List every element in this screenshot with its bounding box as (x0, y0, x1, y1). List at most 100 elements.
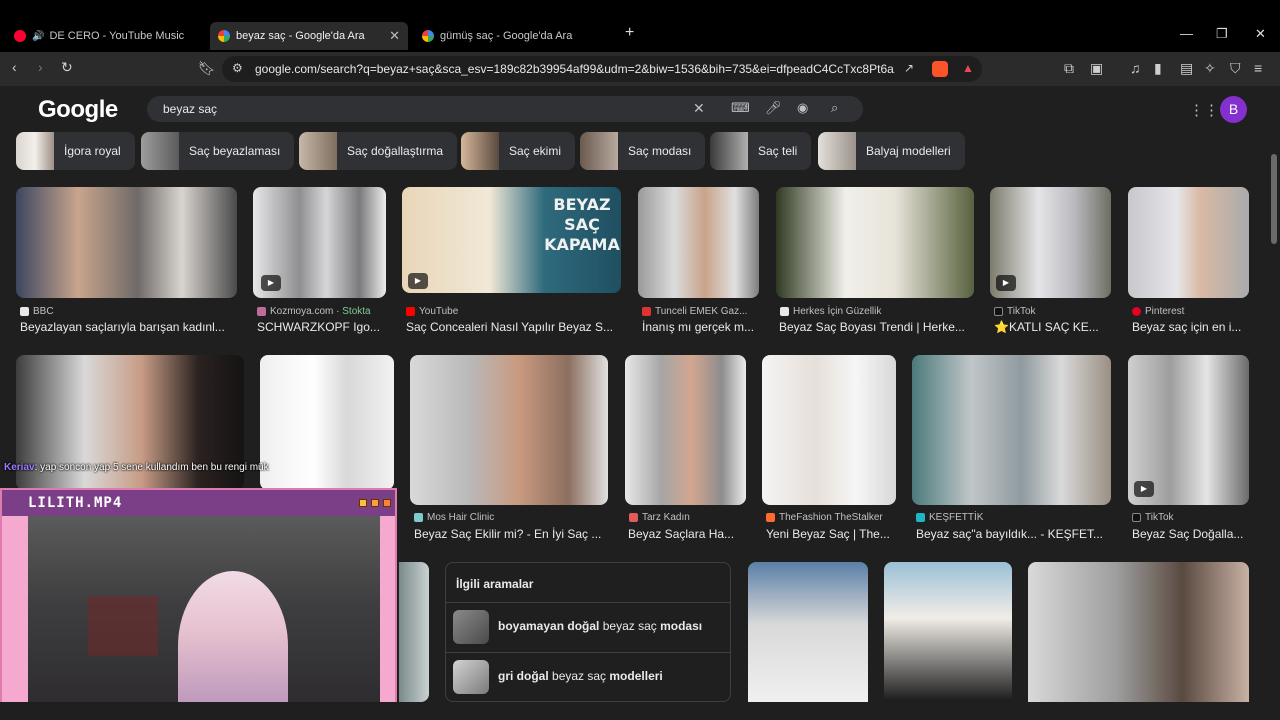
lens-icon[interactable]: ◉ (797, 100, 808, 116)
result-source[interactable]: YouTube (406, 306, 458, 317)
result-source[interactable]: Tarz Kadın (629, 512, 690, 523)
wallet-icon[interactable]: ▤ (1180, 60, 1193, 77)
result-image[interactable] (399, 562, 429, 702)
chip-balyaj-modelleri[interactable]: Balyaj modelleri (818, 132, 965, 170)
search-box[interactable]: beyaz saç ✕ ⌨ 🎤︎ ◉ ⌕ (147, 96, 863, 122)
result-title[interactable]: Beyaz Saç Doğalla... (1132, 527, 1248, 541)
result-image[interactable] (776, 187, 974, 298)
related-search-item[interactable]: boyamayan doğal beyaz saç modası (446, 602, 730, 650)
result-title[interactable]: Beyaz saç için en i... (1132, 320, 1248, 334)
related-search-item[interactable]: gri doğal beyaz saç modelleri (446, 652, 730, 700)
chip-label: İgora royal (64, 144, 121, 158)
result-source[interactable]: KEŞFETTİK (916, 512, 983, 523)
forward-icon[interactable]: › (38, 59, 43, 75)
restore-button[interactable]: ❐ (1216, 26, 1228, 42)
kozmoya-icon (257, 307, 266, 316)
result-image[interactable] (912, 355, 1111, 505)
chip-sac-dogallastirma[interactable]: Saç doğallaştırma (299, 132, 458, 170)
media-icon[interactable]: ♫ (1130, 60, 1141, 76)
result-image[interactable] (16, 187, 237, 298)
chip-sac-modasi[interactable]: Saç modası (580, 132, 706, 170)
result-image[interactable] (748, 562, 868, 702)
result-image[interactable] (762, 355, 896, 505)
minimize-button[interactable]: — (1180, 26, 1193, 41)
result-image[interactable] (625, 355, 746, 505)
tab-beyaz-sac[interactable]: beyaz saç - Google'da Ara ✕ (210, 22, 408, 50)
page-scrollbar[interactable] (1268, 132, 1280, 702)
close-window-button[interactable]: ✕ (1255, 26, 1266, 42)
keyboard-icon[interactable]: ⌨ (731, 100, 750, 116)
search-input[interactable]: beyaz saç (163, 102, 217, 116)
url-text[interactable]: google.com/search?q=beyaz+saç&sca_esv=18… (255, 62, 895, 76)
reload-icon[interactable]: ↻ (61, 59, 73, 76)
address-bar[interactable]: ⚙ google.com/search?q=beyaz+saç&sca_esv=… (222, 56, 982, 82)
result-source[interactable]: TikTok (1132, 512, 1174, 523)
result-title[interactable]: İnanış mı gerçek m... (642, 320, 760, 334)
speaker-icon[interactable]: 🔊 (32, 31, 44, 42)
tab-gumus-sac[interactable]: gümüş saç - Google'da Ara (414, 24, 614, 48)
brave-rewards-icon[interactable]: ▲ (962, 61, 974, 75)
result-source[interactable]: Herkes İçin Güzellik (780, 306, 881, 317)
result-title[interactable]: Beyaz Saç Ekilir mi? - En İyi Saç ... (414, 527, 608, 541)
result-source[interactable]: Mos Hair Clinic (414, 512, 494, 523)
result-source[interactable]: BBC (20, 306, 54, 317)
result-image[interactable] (410, 355, 608, 505)
search-icon[interactable]: ⌕ (831, 100, 838, 116)
result-title[interactable]: Saç Concealeri Nasıl Yapılır Beyaz S... (406, 320, 620, 334)
site-settings-icon[interactable]: ⚙ (232, 61, 243, 75)
result-image[interactable]: ▶ (990, 187, 1111, 298)
result-title[interactable]: ⭐KATLI SAÇ KE... (994, 320, 1112, 334)
chip-sac-beyazlamasi[interactable]: Saç beyazlaması (141, 132, 295, 170)
result-image[interactable] (1128, 187, 1249, 298)
microphone-icon[interactable]: 🎤︎ (765, 100, 782, 116)
result-source[interactable]: TikTok (994, 306, 1036, 317)
chip-sac-ekimi[interactable]: Saç ekimi (461, 132, 576, 170)
scroll-thumb[interactable] (1271, 154, 1277, 244)
chip-sac-teli[interactable]: Saç teli (710, 132, 812, 170)
vpn-icon[interactable]: ⛉ (1230, 60, 1241, 77)
extensions-icon[interactable]: ⧉ (1064, 60, 1074, 77)
result-title[interactable]: Yeni Beyaz Saç | The... (766, 527, 896, 541)
result-source[interactable]: TheFashion TheStalker (766, 512, 883, 523)
result-source[interactable]: Kozmoya.com · Stokta (257, 306, 371, 317)
chip-label: Balyaj modelleri (866, 144, 951, 158)
share-icon[interactable]: ↗ (904, 61, 914, 75)
bookmark-icon[interactable]: 🔖︎ (198, 60, 216, 77)
source-label: TheFashion TheStalker (779, 512, 883, 523)
result-image[interactable] (638, 187, 759, 298)
back-icon[interactable]: ‹ (12, 59, 17, 75)
chip-label: Saç doğallaştırma (347, 144, 444, 158)
brave-shields-icon[interactable] (932, 61, 948, 77)
chip-thumbnail (580, 132, 618, 170)
result-image[interactable] (884, 562, 1012, 702)
menu-icon[interactable]: ≡ (1254, 60, 1262, 76)
result-image[interactable]: ▶ (253, 187, 386, 298)
result-source[interactable]: Tunceli EMEK Gaz... (642, 306, 747, 317)
close-tab-icon[interactable]: ✕ (389, 28, 400, 44)
result-title[interactable]: SCHWARZKOPF Igo... (257, 320, 387, 334)
result-title[interactable]: Beyaz Saç Boyası Trendi | Herke... (779, 320, 971, 334)
chat-text: : yap soncon yap 5 sene kullandım ben bu… (34, 462, 269, 473)
leo-ai-icon[interactable]: ✧ (1204, 60, 1216, 77)
result-image[interactable]: ▶ (1128, 355, 1249, 505)
result-image[interactable]: BEYAZ SAÇ KAPAMA ▶ (402, 187, 621, 293)
tab-strip: 🔊 DE CERO - YouTube Music beyaz saç - Go… (0, 0, 1280, 52)
result-title[interactable]: Beyazlayan saçlarıyla barışan kadınl... (20, 320, 234, 334)
result-image[interactable] (1028, 562, 1249, 702)
google-logo[interactable]: Google (38, 96, 118, 124)
screenshot-icon[interactable]: ▣ (1090, 60, 1103, 77)
result-title[interactable]: Beyaz saç"a bayıldık... - KEŞFET... (916, 527, 1112, 541)
tiktok-icon (994, 307, 1003, 316)
result-image[interactable] (260, 355, 394, 490)
tab-youtube-music[interactable]: 🔊 DE CERO - YouTube Music (6, 24, 206, 48)
site-icon (916, 513, 925, 522)
avatar[interactable]: B (1220, 96, 1247, 123)
chat-username: Keriav (4, 462, 35, 473)
sidebar-icon[interactable]: ▮ (1154, 60, 1162, 77)
chip-igora-royal[interactable]: İgora royal (16, 132, 135, 170)
result-title[interactable]: Beyaz Saçlara Ha... (628, 527, 744, 541)
clear-icon[interactable]: ✕ (693, 100, 705, 117)
result-source[interactable]: Pinterest (1132, 306, 1184, 317)
new-tab-button[interactable]: + (625, 24, 634, 42)
tab-title: gümüş saç - Google'da Ara (440, 30, 573, 42)
